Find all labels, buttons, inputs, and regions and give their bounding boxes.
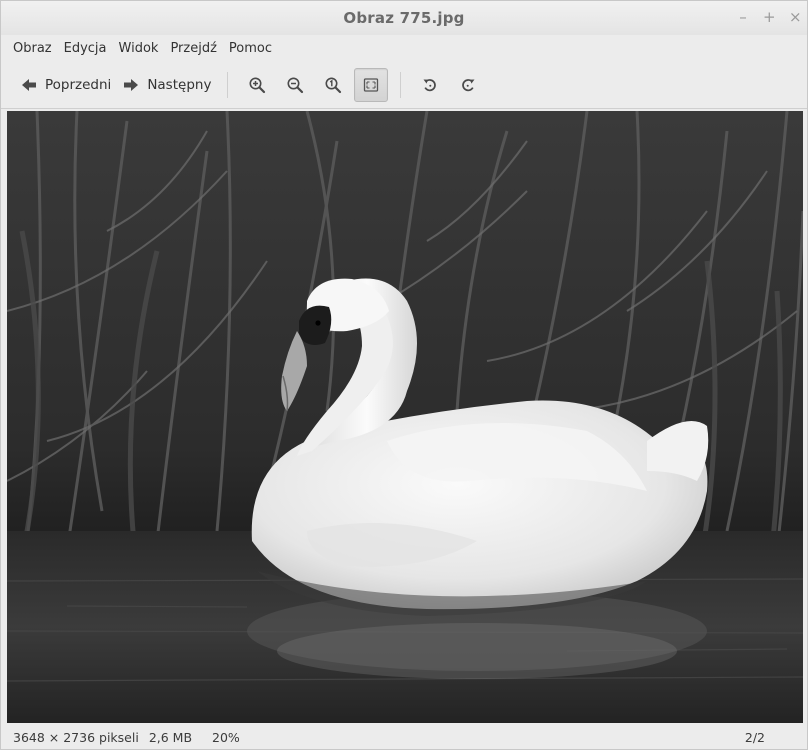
- rotate-right-button[interactable]: [451, 68, 485, 102]
- rotate-right-icon: [462, 78, 475, 91]
- menu-obraz[interactable]: Obraz: [7, 39, 58, 58]
- image-canvas[interactable]: [7, 111, 803, 723]
- menu-edycja[interactable]: Edycja: [58, 39, 113, 58]
- menu-pomoc[interactable]: Pomoc: [223, 39, 278, 58]
- toolbar: Poprzedni Następny: [1, 61, 807, 109]
- swan-photo: [7, 111, 803, 723]
- title-bar[interactable]: Obraz 775.jpg – + ×: [1, 1, 807, 35]
- close-button[interactable]: ×: [789, 8, 802, 26]
- rotate-left-icon: [423, 78, 437, 91]
- menu-bar: Obraz Edycja Widok Przejdź Pomoc: [1, 35, 807, 61]
- minimize-button[interactable]: –: [737, 8, 749, 26]
- status-bar: 3648 × 2736 pikseli 2,6 MB 20% 2/2: [1, 725, 807, 749]
- zoom-in-icon: [249, 77, 266, 93]
- zoom-in-button[interactable]: [240, 68, 274, 102]
- maximize-button[interactable]: +: [763, 8, 776, 26]
- menu-przejdz[interactable]: Przejdź: [164, 39, 222, 58]
- image-viewer-window: Obraz 775.jpg – + × Obraz Edycja Widok P…: [0, 0, 808, 750]
- toolbar-separator: [227, 71, 229, 98]
- zoom-normal-button[interactable]: [316, 68, 350, 102]
- arrow-left-icon: [22, 78, 36, 91]
- status-info: 3648 × 2736 pikseli 2,6 MB 20%: [13, 730, 240, 745]
- zoom-level: 20%: [212, 729, 240, 745]
- window-title: Obraz 775.jpg: [343, 9, 465, 27]
- next-label: Następny: [147, 76, 212, 93]
- window-controls: – + ×: [737, 8, 801, 26]
- image-dimensions: 3648 × 2736 pikseli: [13, 729, 139, 745]
- previous-button[interactable]: Poprzedni: [15, 68, 117, 102]
- file-size: 2,6 MB: [148, 729, 193, 745]
- zoom-out-icon: [287, 77, 304, 93]
- menu-widok[interactable]: Widok: [113, 39, 165, 58]
- next-button[interactable]: Następny: [117, 68, 217, 102]
- image-position: 2/2: [744, 729, 765, 745]
- arrow-right-icon: [124, 78, 139, 91]
- rotate-left-button[interactable]: [413, 68, 447, 102]
- best-fit-button[interactable]: [354, 67, 389, 102]
- zoom-normal-icon: [325, 77, 342, 93]
- zoom-out-button[interactable]: [278, 68, 312, 102]
- previous-label: Poprzedni: [45, 76, 112, 93]
- toolbar-separator: [400, 71, 402, 98]
- best-fit-icon: [364, 77, 379, 92]
